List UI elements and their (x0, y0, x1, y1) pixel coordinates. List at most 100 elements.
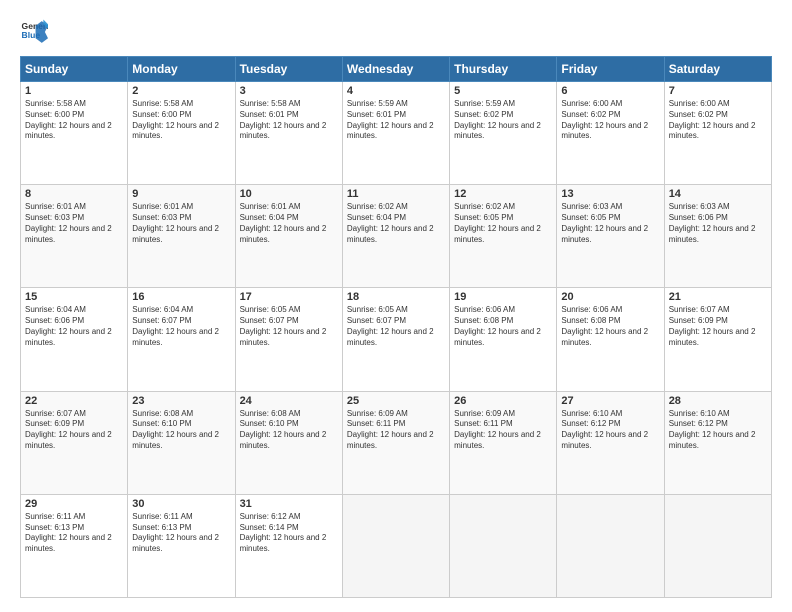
day-number: 1 (25, 85, 123, 97)
day-info: Sunrise: 5:59 AMSunset: 6:01 PMDaylight:… (347, 99, 445, 142)
day-cell: 2 Sunrise: 5:58 AMSunset: 6:00 PMDayligh… (128, 82, 235, 185)
weekday-header-row: SundayMondayTuesdayWednesdayThursdayFrid… (21, 57, 772, 82)
day-info: Sunrise: 6:05 AMSunset: 6:07 PMDaylight:… (347, 305, 445, 348)
day-info: Sunrise: 6:01 AMSunset: 6:03 PMDaylight:… (132, 202, 230, 245)
day-cell: 4 Sunrise: 5:59 AMSunset: 6:01 PMDayligh… (342, 82, 449, 185)
day-info: Sunrise: 6:06 AMSunset: 6:08 PMDaylight:… (561, 305, 659, 348)
logo-icon: General Blue (20, 18, 48, 46)
day-info: Sunrise: 6:02 AMSunset: 6:04 PMDaylight:… (347, 202, 445, 245)
day-number: 23 (132, 395, 230, 407)
day-cell: 29 Sunrise: 6:11 AMSunset: 6:13 PMDaylig… (21, 494, 128, 597)
day-cell: 16 Sunrise: 6:04 AMSunset: 6:07 PMDaylig… (128, 288, 235, 391)
day-info: Sunrise: 6:06 AMSunset: 6:08 PMDaylight:… (454, 305, 552, 348)
day-cell: 8 Sunrise: 6:01 AMSunset: 6:03 PMDayligh… (21, 185, 128, 288)
day-info: Sunrise: 6:03 AMSunset: 6:05 PMDaylight:… (561, 202, 659, 245)
day-number: 25 (347, 395, 445, 407)
day-cell: 20 Sunrise: 6:06 AMSunset: 6:08 PMDaylig… (557, 288, 664, 391)
day-cell: 9 Sunrise: 6:01 AMSunset: 6:03 PMDayligh… (128, 185, 235, 288)
day-number: 13 (561, 188, 659, 200)
day-info: Sunrise: 6:00 AMSunset: 6:02 PMDaylight:… (669, 99, 767, 142)
day-number: 30 (132, 498, 230, 510)
day-number: 8 (25, 188, 123, 200)
day-number: 19 (454, 291, 552, 303)
day-cell (557, 494, 664, 597)
day-cell: 7 Sunrise: 6:00 AMSunset: 6:02 PMDayligh… (664, 82, 771, 185)
logo: General Blue (20, 18, 52, 46)
day-number: 27 (561, 395, 659, 407)
day-cell: 30 Sunrise: 6:11 AMSunset: 6:13 PMDaylig… (128, 494, 235, 597)
day-info: Sunrise: 6:09 AMSunset: 6:11 PMDaylight:… (454, 409, 552, 452)
day-cell: 24 Sunrise: 6:08 AMSunset: 6:10 PMDaylig… (235, 391, 342, 494)
weekday-thursday: Thursday (450, 57, 557, 82)
week-row-3: 15 Sunrise: 6:04 AMSunset: 6:06 PMDaylig… (21, 288, 772, 391)
day-info: Sunrise: 6:01 AMSunset: 6:03 PMDaylight:… (25, 202, 123, 245)
day-number: 17 (240, 291, 338, 303)
day-info: Sunrise: 6:11 AMSunset: 6:13 PMDaylight:… (132, 512, 230, 555)
weekday-friday: Friday (557, 57, 664, 82)
day-cell: 13 Sunrise: 6:03 AMSunset: 6:05 PMDaylig… (557, 185, 664, 288)
day-info: Sunrise: 6:04 AMSunset: 6:07 PMDaylight:… (132, 305, 230, 348)
day-info: Sunrise: 5:58 AMSunset: 6:00 PMDaylight:… (25, 99, 123, 142)
day-number: 10 (240, 188, 338, 200)
day-cell: 12 Sunrise: 6:02 AMSunset: 6:05 PMDaylig… (450, 185, 557, 288)
day-cell: 25 Sunrise: 6:09 AMSunset: 6:11 PMDaylig… (342, 391, 449, 494)
day-cell: 3 Sunrise: 5:58 AMSunset: 6:01 PMDayligh… (235, 82, 342, 185)
header: General Blue (20, 18, 772, 46)
day-number: 12 (454, 188, 552, 200)
day-cell: 19 Sunrise: 6:06 AMSunset: 6:08 PMDaylig… (450, 288, 557, 391)
day-info: Sunrise: 6:05 AMSunset: 6:07 PMDaylight:… (240, 305, 338, 348)
day-cell: 26 Sunrise: 6:09 AMSunset: 6:11 PMDaylig… (450, 391, 557, 494)
day-cell: 28 Sunrise: 6:10 AMSunset: 6:12 PMDaylig… (664, 391, 771, 494)
day-number: 11 (347, 188, 445, 200)
day-info: Sunrise: 6:00 AMSunset: 6:02 PMDaylight:… (561, 99, 659, 142)
week-row-1: 1 Sunrise: 5:58 AMSunset: 6:00 PMDayligh… (21, 82, 772, 185)
day-number: 29 (25, 498, 123, 510)
day-cell: 23 Sunrise: 6:08 AMSunset: 6:10 PMDaylig… (128, 391, 235, 494)
day-cell: 31 Sunrise: 6:12 AMSunset: 6:14 PMDaylig… (235, 494, 342, 597)
day-info: Sunrise: 5:58 AMSunset: 6:00 PMDaylight:… (132, 99, 230, 142)
day-number: 21 (669, 291, 767, 303)
day-cell: 10 Sunrise: 6:01 AMSunset: 6:04 PMDaylig… (235, 185, 342, 288)
day-cell: 6 Sunrise: 6:00 AMSunset: 6:02 PMDayligh… (557, 82, 664, 185)
week-row-5: 29 Sunrise: 6:11 AMSunset: 6:13 PMDaylig… (21, 494, 772, 597)
day-number: 28 (669, 395, 767, 407)
day-number: 2 (132, 85, 230, 97)
day-info: Sunrise: 5:59 AMSunset: 6:02 PMDaylight:… (454, 99, 552, 142)
page: General Blue SundayMondayTuesdayWednesda… (0, 0, 792, 612)
day-info: Sunrise: 6:08 AMSunset: 6:10 PMDaylight:… (132, 409, 230, 452)
week-row-4: 22 Sunrise: 6:07 AMSunset: 6:09 PMDaylig… (21, 391, 772, 494)
day-cell: 5 Sunrise: 5:59 AMSunset: 6:02 PMDayligh… (450, 82, 557, 185)
weekday-sunday: Sunday (21, 57, 128, 82)
day-number: 22 (25, 395, 123, 407)
day-cell: 1 Sunrise: 5:58 AMSunset: 6:00 PMDayligh… (21, 82, 128, 185)
day-number: 5 (454, 85, 552, 97)
day-number: 6 (561, 85, 659, 97)
day-number: 3 (240, 85, 338, 97)
day-cell: 18 Sunrise: 6:05 AMSunset: 6:07 PMDaylig… (342, 288, 449, 391)
calendar-table: SundayMondayTuesdayWednesdayThursdayFrid… (20, 56, 772, 598)
day-cell: 15 Sunrise: 6:04 AMSunset: 6:06 PMDaylig… (21, 288, 128, 391)
day-info: Sunrise: 6:02 AMSunset: 6:05 PMDaylight:… (454, 202, 552, 245)
weekday-wednesday: Wednesday (342, 57, 449, 82)
day-number: 15 (25, 291, 123, 303)
weekday-saturday: Saturday (664, 57, 771, 82)
day-cell: 14 Sunrise: 6:03 AMSunset: 6:06 PMDaylig… (664, 185, 771, 288)
day-number: 14 (669, 188, 767, 200)
day-info: Sunrise: 6:04 AMSunset: 6:06 PMDaylight:… (25, 305, 123, 348)
day-number: 4 (347, 85, 445, 97)
day-cell: 17 Sunrise: 6:05 AMSunset: 6:07 PMDaylig… (235, 288, 342, 391)
week-row-2: 8 Sunrise: 6:01 AMSunset: 6:03 PMDayligh… (21, 185, 772, 288)
day-number: 9 (132, 188, 230, 200)
day-info: Sunrise: 6:11 AMSunset: 6:13 PMDaylight:… (25, 512, 123, 555)
day-number: 16 (132, 291, 230, 303)
day-cell: 27 Sunrise: 6:10 AMSunset: 6:12 PMDaylig… (557, 391, 664, 494)
day-info: Sunrise: 6:01 AMSunset: 6:04 PMDaylight:… (240, 202, 338, 245)
weekday-tuesday: Tuesday (235, 57, 342, 82)
day-info: Sunrise: 6:07 AMSunset: 6:09 PMDaylight:… (25, 409, 123, 452)
day-info: Sunrise: 6:10 AMSunset: 6:12 PMDaylight:… (561, 409, 659, 452)
weekday-monday: Monday (128, 57, 235, 82)
day-info: Sunrise: 6:08 AMSunset: 6:10 PMDaylight:… (240, 409, 338, 452)
day-cell (450, 494, 557, 597)
day-number: 26 (454, 395, 552, 407)
day-info: Sunrise: 6:03 AMSunset: 6:06 PMDaylight:… (669, 202, 767, 245)
